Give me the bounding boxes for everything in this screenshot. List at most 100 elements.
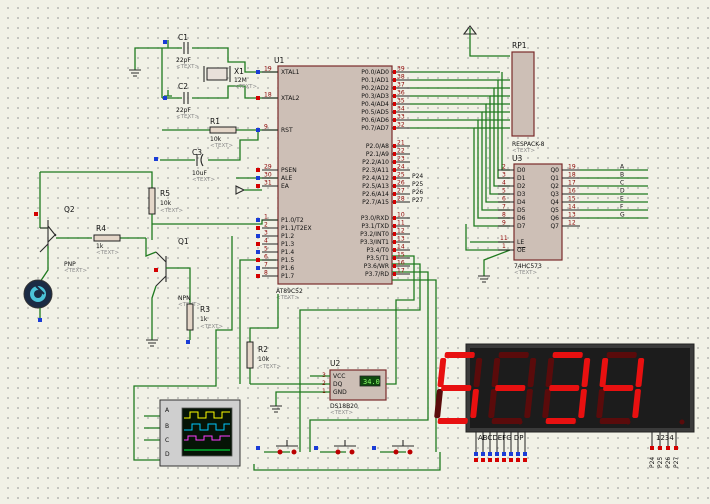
mcu-pin-number: 28 [397, 196, 405, 203]
latch-pin-label: LE [517, 239, 524, 246]
power-terminal [372, 446, 376, 450]
resistor-r4[interactable] [93, 234, 121, 242]
display-pin-label: P27 [673, 457, 680, 468]
mcu-pin-number: 14 [397, 244, 405, 251]
resistor-r2[interactable] [246, 341, 254, 369]
latch-pin-number: 14 [568, 204, 576, 211]
display-segment-label: ABCDEFG DP [478, 434, 523, 442]
mcu-pin-label: P2.6/A14 [362, 191, 389, 198]
crystal-circuit: C1 22pF <TEXT> C2 22pF <TEXT> X1 12M <TE… [129, 33, 278, 120]
transistor-q2-text: <TEXT> [64, 268, 87, 274]
mcu-pin-marker [393, 248, 396, 252]
segment [437, 358, 447, 387]
resistor-r1[interactable] [209, 126, 237, 134]
display-pin-label: P24 [649, 457, 656, 468]
mcu-pin-marker [393, 264, 396, 268]
mcu-pin-number: 17 [397, 268, 405, 275]
display-pin-marker [502, 452, 506, 456]
oscilloscope[interactable]: A B C D [133, 236, 241, 467]
transistor-q2-ref: Q2 [64, 205, 75, 214]
latch-pin-label: Q1 [550, 175, 559, 182]
segment [491, 418, 522, 424]
cap-c3-value: 10uF [192, 170, 207, 177]
mcu-pin-label: P1.2 [281, 233, 294, 240]
mcu-pin-number: 9 [264, 124, 268, 131]
u3-text: <TEXT> [514, 270, 537, 276]
mcu-pin-marker [256, 274, 260, 278]
pin-marker [34, 212, 38, 216]
latch-pin-number: 4 [502, 180, 506, 187]
mcu-pin-marker [256, 70, 260, 74]
segment-net-label: G [620, 212, 625, 219]
transistor-q2-type: PNP [64, 261, 76, 268]
power-terminal [163, 40, 167, 44]
resistor-r3-ref: R3 [200, 305, 210, 314]
latch-pin-number: 9 [502, 220, 506, 227]
mcu-pin-marker [256, 96, 260, 100]
latch-pin-label: D7 [517, 223, 526, 230]
latch-pin-number: 15 [568, 196, 576, 203]
crystal[interactable] [206, 67, 228, 81]
display-pin-marker [666, 446, 670, 450]
mcu-pin-label: P2.4/A12 [362, 175, 389, 182]
resistor-r1-text: <TEXT> [210, 143, 233, 149]
mcu-pin-marker [256, 258, 260, 262]
mcu-pin-label: P3.4/T0 [366, 247, 389, 254]
mcu-pin-number: 10 [397, 212, 405, 219]
latch-pin-label: D0 [517, 167, 526, 174]
u2-text: <TEXT> [330, 410, 353, 416]
mcu-pin-label: ALE [281, 175, 292, 182]
display-pin-marker [523, 458, 527, 462]
respack-rp1[interactable]: RP1 RESPACK-8 <TEXT> [511, 41, 545, 154]
mcu-text: <TEXT> [276, 295, 299, 301]
display-pin-marker [516, 458, 520, 462]
mcu-pin-marker [393, 200, 396, 204]
seven-segment-display[interactable]: ABCDEFG DP 1234 P24 P25 P26 P27 [434, 343, 695, 468]
segment-net-label: C [620, 180, 624, 187]
resistor-r4-text: <TEXT> [96, 250, 119, 256]
mcu-pin-marker [393, 70, 396, 74]
mcu-pin-label: XTAL2 [281, 95, 300, 102]
segment [498, 352, 529, 358]
mcu-pin-number: 15 [397, 252, 405, 259]
mcu-pin-label: XTAL1 [281, 69, 300, 76]
resistor-r5[interactable] [148, 187, 156, 215]
mcu-pin-marker [393, 192, 396, 196]
mcu-pin-marker [393, 86, 396, 90]
u3-ref: U3 [512, 154, 522, 163]
mcu-pin-marker [393, 78, 396, 82]
resistor-r2-text: <TEXT> [258, 364, 281, 370]
mcu-pin-number: 16 [397, 260, 405, 267]
resistor-r5-ref: R5 [160, 189, 170, 198]
resistor-r1-ref: R1 [210, 117, 220, 126]
mcu-pin-label: P0.7/AD7 [361, 125, 389, 132]
mcu-pin-number: 32 [397, 122, 405, 129]
mcu-pin-marker [256, 242, 260, 246]
latch-pin-number: 2 [502, 164, 506, 171]
resistor-r3[interactable] [186, 303, 194, 331]
mcu-pin-number: 38 [397, 74, 405, 81]
latch-u3[interactable]: U3 74HC573 <TEXT> [512, 154, 648, 276]
mcu-pin-label: P0.4/AD4 [361, 101, 389, 108]
mcu-pin-label: P0.6/AD6 [361, 117, 389, 124]
pin-marker [154, 268, 158, 272]
latch-pin-label: D3 [517, 191, 526, 198]
resistor-r3-value: 1k [200, 316, 208, 323]
scope-channel-b: B [165, 423, 169, 430]
display-pin-marker [495, 458, 499, 462]
rp1-ref: RP1 [512, 41, 527, 50]
sensor-pin-label: VCC [333, 373, 345, 380]
buzzer-icon[interactable] [23, 279, 53, 309]
segment [552, 352, 583, 358]
mcu-pin-number: 12 [397, 228, 405, 235]
display-pin-marker [474, 452, 478, 456]
mcu-pin-number: 30 [264, 172, 272, 179]
net-label-p25: P25 [412, 181, 423, 188]
display-pin-marker [495, 452, 499, 456]
mcu-pin-marker [393, 256, 396, 260]
mcu-pin-number: 22 [397, 148, 405, 155]
display-pin-label: P26 [665, 457, 672, 468]
mcu-pin-marker [393, 272, 396, 276]
scope-channel-d: D [165, 451, 170, 458]
cap-c3-ref: C3 [192, 148, 202, 157]
